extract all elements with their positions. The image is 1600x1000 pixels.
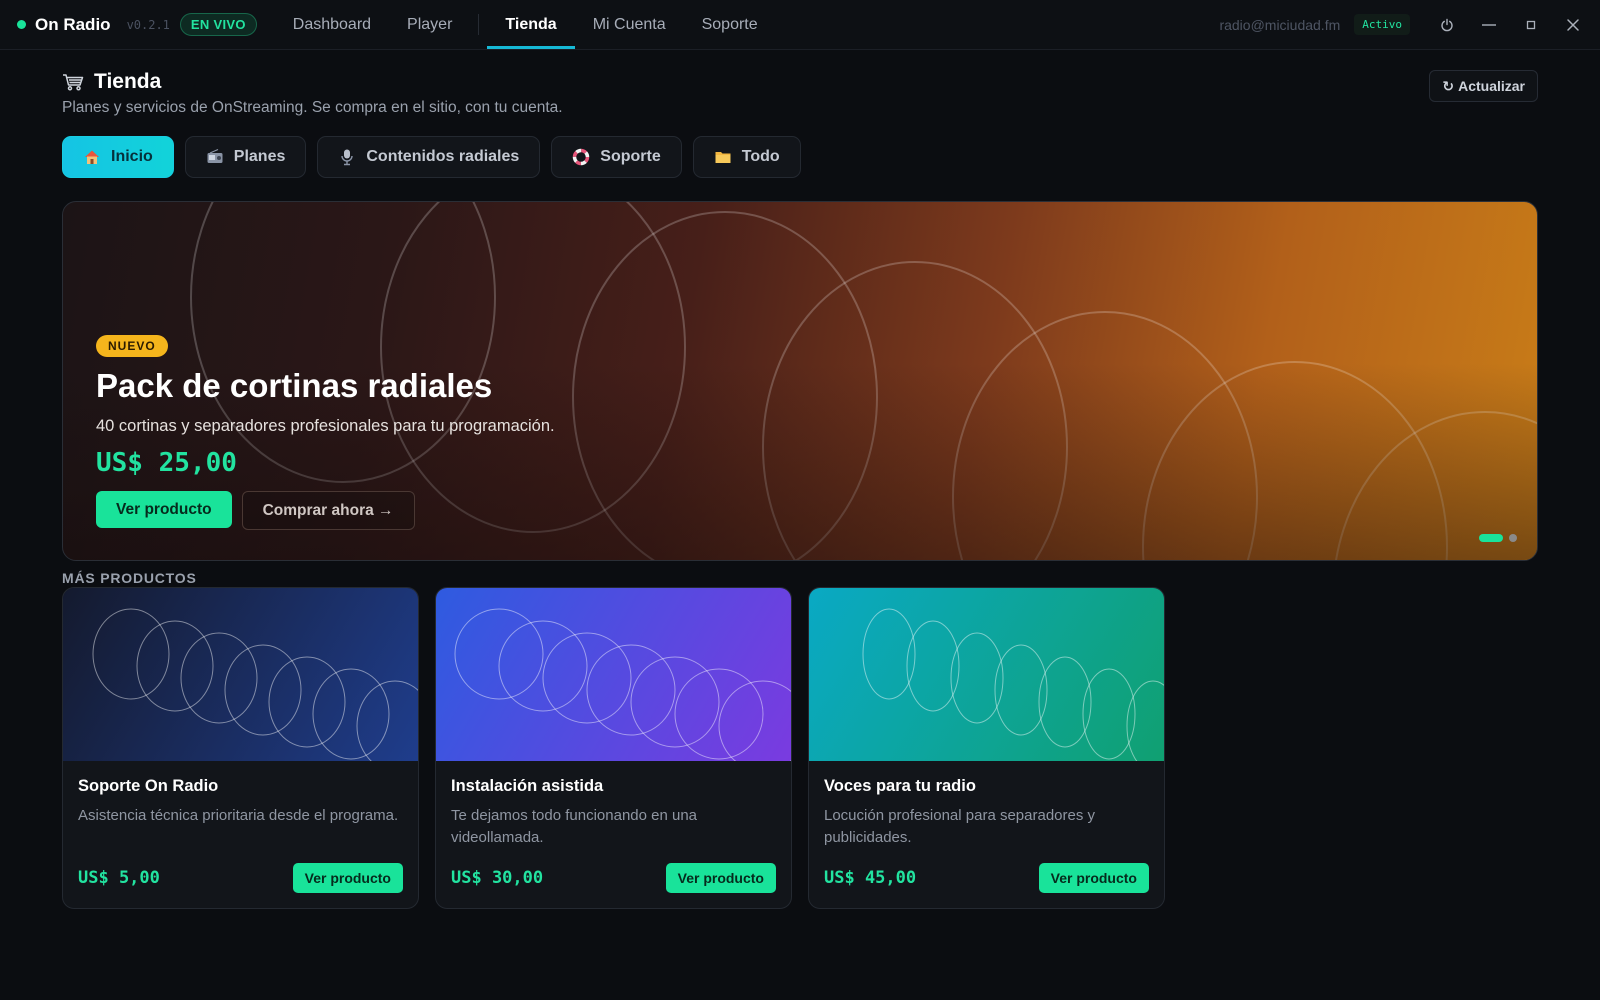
nav-divider bbox=[478, 14, 480, 35]
page-subtitle: Planes y servicios de OnStreaming. Se co… bbox=[62, 99, 563, 116]
tab-soporte-label: Soporte bbox=[600, 148, 661, 165]
app-version: v0.2.1 bbox=[126, 17, 170, 32]
nav-mi-cuenta-label: Mi Cuenta bbox=[592, 15, 666, 33]
lifebuoy-icon bbox=[572, 148, 590, 166]
tab-contenidos-label: Contenidos radiales bbox=[366, 148, 520, 165]
hero-actions: Ver producto Comprar ahora → bbox=[96, 491, 555, 530]
view-product-button[interactable]: Ver producto bbox=[292, 863, 403, 893]
tab-todo[interactable]: Todo bbox=[692, 136, 801, 178]
refresh-icon: ↻ bbox=[1442, 77, 1455, 94]
close-icon bbox=[1567, 18, 1579, 31]
product-image bbox=[436, 588, 791, 761]
category-tabs: Inicio Planes Contenidos radiales Soport… bbox=[62, 136, 801, 178]
radio-icon bbox=[206, 148, 224, 166]
cart-icon bbox=[62, 72, 84, 92]
refresh-label: Actualizar bbox=[1458, 78, 1525, 94]
hero-description: 40 cortinas y separadores profesionales … bbox=[96, 417, 555, 435]
account-area: radio@miciudad.fm Activo bbox=[1219, 0, 1600, 49]
nav-soporte-label: Soporte bbox=[701, 15, 758, 33]
microphone-icon bbox=[338, 148, 356, 166]
product-wave-rings bbox=[454, 608, 791, 761]
featured-banner[interactable]: NUEVO Pack de cortinas radiales 40 corti… bbox=[62, 201, 1538, 561]
nav-dashboard-label: Dashboard bbox=[292, 15, 372, 33]
page-title: Tienda bbox=[94, 70, 162, 93]
product-price: US$ 30,00 bbox=[451, 868, 544, 888]
nav-soporte[interactable]: Soporte bbox=[684, 0, 776, 49]
title-bar: On Radio v0.2.1 EN VIVO Dashboard Player… bbox=[0, 0, 1600, 50]
folder-icon bbox=[714, 148, 732, 166]
product-description: Te dejamos todo funcionando en una video… bbox=[451, 807, 698, 846]
view-product-button[interactable]: Ver producto bbox=[1038, 863, 1149, 893]
product-price: US$ 45,00 bbox=[824, 868, 917, 888]
nav-dashboard[interactable]: Dashboard bbox=[275, 0, 389, 49]
refresh-button[interactable]: ↻ Actualizar bbox=[1429, 70, 1538, 102]
new-badge: NUEVO bbox=[96, 335, 168, 357]
minimize-button[interactable] bbox=[1468, 0, 1510, 50]
live-dot bbox=[17, 20, 26, 29]
close-button[interactable] bbox=[1552, 0, 1594, 50]
product-title: Voces para tu radio bbox=[824, 777, 976, 795]
carousel-dot-1[interactable] bbox=[1479, 534, 1503, 542]
product-grid: Soporte On Radio Asistencia técnica prio… bbox=[62, 587, 1165, 909]
hero-price: US$ 25,00 bbox=[96, 448, 237, 478]
product-description: Locución profesional para separadores y … bbox=[824, 807, 1096, 846]
account-status-badge: Activo bbox=[1354, 14, 1410, 35]
tab-soporte[interactable]: Soporte bbox=[551, 136, 682, 178]
tab-planes-label: Planes bbox=[233, 148, 286, 165]
buy-now-button[interactable]: Comprar ahora → bbox=[241, 491, 415, 530]
view-product-button[interactable]: Ver producto bbox=[665, 863, 776, 893]
hero-title: Pack de cortinas radiales bbox=[96, 367, 493, 404]
tab-contenidos-radiales[interactable]: Contenidos radiales bbox=[317, 136, 541, 178]
product-description: Asistencia técnica prioritaria desde el … bbox=[78, 807, 399, 824]
tab-inicio[interactable]: Inicio bbox=[62, 136, 174, 178]
more-products-heading: MÁS PRODUCTOS bbox=[62, 570, 197, 586]
tab-inicio-label: Inicio bbox=[111, 148, 153, 165]
live-badge: EN VIVO bbox=[179, 13, 257, 36]
app-name: On Radio bbox=[35, 14, 111, 34]
account-email: radio@miciudad.fm bbox=[1219, 16, 1341, 33]
product-card[interactable]: Voces para tu radio Locución profesional… bbox=[808, 587, 1165, 909]
product-image bbox=[63, 588, 418, 761]
product-price: US$ 5,00 bbox=[78, 868, 160, 888]
product-card[interactable]: Soporte On Radio Asistencia técnica prio… bbox=[62, 587, 419, 909]
brand: On Radio v0.2.1 EN VIVO bbox=[0, 0, 257, 49]
product-wave-rings bbox=[92, 608, 418, 761]
maximize-icon bbox=[1526, 20, 1536, 29]
power-icon bbox=[1441, 18, 1453, 31]
carousel-dots bbox=[1479, 534, 1517, 542]
minimize-icon bbox=[1482, 23, 1496, 26]
product-card[interactable]: Instalación asistida Te dejamos todo fun… bbox=[435, 587, 792, 909]
nav-player[interactable]: Player bbox=[389, 0, 470, 49]
house-icon bbox=[83, 148, 101, 166]
tab-todo-label: Todo bbox=[741, 148, 780, 165]
page-header: Tienda Planes y servicios de OnStreaming… bbox=[62, 70, 1538, 117]
nav-tienda-label: Tienda bbox=[505, 15, 557, 33]
main-nav: Dashboard Player Tienda Mi Cuenta Soport… bbox=[275, 0, 776, 49]
tab-planes[interactable]: Planes bbox=[184, 136, 307, 178]
nav-mi-cuenta[interactable]: Mi Cuenta bbox=[575, 0, 684, 49]
product-title: Instalación asistida bbox=[451, 777, 604, 795]
maximize-button[interactable] bbox=[1510, 0, 1552, 50]
carousel-dot-2[interactable] bbox=[1509, 534, 1517, 542]
power-button[interactable] bbox=[1426, 0, 1468, 50]
hero-content: NUEVO Pack de cortinas radiales 40 corti… bbox=[96, 335, 555, 530]
product-title: Soporte On Radio bbox=[78, 777, 219, 795]
nav-tienda[interactable]: Tienda bbox=[487, 0, 575, 49]
nav-player-label: Player bbox=[407, 15, 453, 33]
view-product-button[interactable]: Ver producto bbox=[96, 491, 232, 528]
product-wave-rings bbox=[862, 608, 1164, 761]
product-image bbox=[809, 588, 1164, 761]
